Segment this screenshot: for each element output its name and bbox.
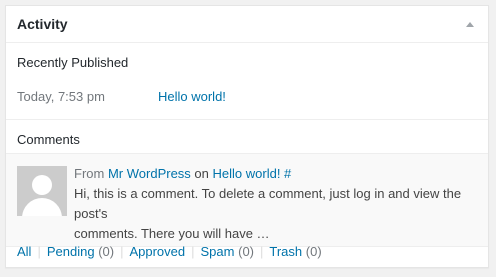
comment-filter-links: All | Pending (0) | Approved | Spam (0) | Trash …: [17, 244, 322, 259]
filter-trash-link[interactable]: Trash: [269, 244, 302, 259]
filter-spam-link[interactable]: Spam: [201, 244, 235, 259]
comments-heading: Comments: [17, 132, 80, 147]
comments-heading-wrap: Comments: [6, 120, 488, 154]
comment-text-line-2: comments. There you will have …: [74, 226, 270, 241]
published-post-link[interactable]: Hello world!: [158, 89, 226, 104]
collapse-toggle-icon[interactable]: [466, 21, 474, 27]
recently-published-heading: Recently Published: [17, 55, 129, 70]
avatar: [17, 166, 67, 216]
filter-pending-link[interactable]: Pending: [47, 244, 95, 259]
filter-trash-count: (0): [305, 244, 322, 259]
comment-item: From Mr WordPress on Hello world! # Hi, …: [6, 154, 488, 247]
comment-post-link[interactable]: Hello world! #: [213, 166, 292, 181]
comment-author-link[interactable]: Mr WordPress: [108, 166, 191, 181]
widget-header[interactable]: Activity: [6, 6, 488, 43]
filter-separator: |: [37, 244, 41, 259]
recently-published-section: Recently Published Today, 7:53 pm Hello …: [6, 43, 488, 120]
widget-title: Activity: [17, 16, 68, 32]
activity-widget: Activity Recently Published Today, 7:53 …: [5, 5, 489, 268]
filter-separator: |: [120, 244, 124, 259]
published-date: Today, 7:53 pm: [17, 89, 105, 104]
filter-spam-count: (0): [238, 244, 254, 259]
comment-from-label: From: [74, 166, 105, 181]
avatar-head-shape: [32, 175, 52, 195]
filter-all-link[interactable]: All: [17, 244, 31, 259]
avatar-body-shape: [22, 198, 62, 216]
published-item: Today, 7:53 pm Hello world!: [6, 74, 488, 119]
filter-pending-count: (0): [98, 244, 115, 259]
filter-approved-link[interactable]: Approved: [129, 244, 185, 259]
comment-on-label: on: [194, 166, 209, 181]
comment-body: From Mr WordPress on Hello world! # Hi, …: [74, 164, 477, 246]
comment-meta: From Mr WordPress on Hello world! #: [74, 164, 477, 184]
filter-separator: |: [260, 244, 264, 259]
filter-separator: |: [191, 244, 195, 259]
comment-text-line-1: Hi, this is a comment. To delete a comme…: [74, 186, 462, 221]
